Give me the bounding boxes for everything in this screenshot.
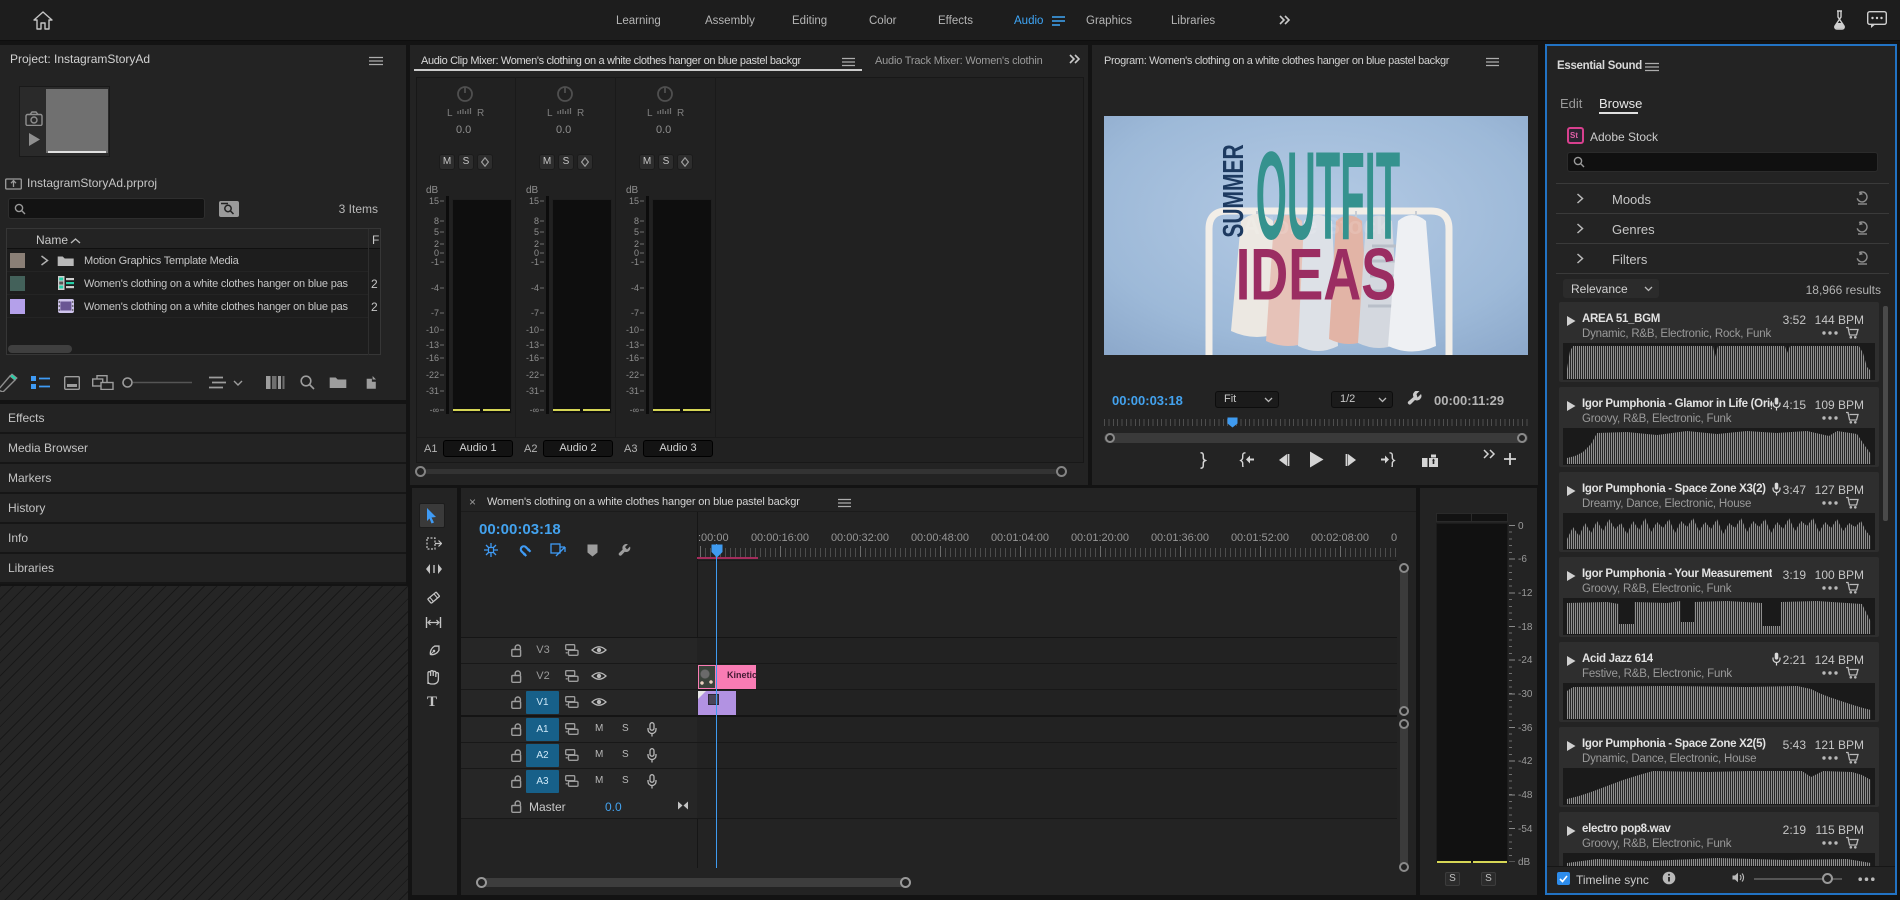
svg-text:SUMMER: SUMMER: [1218, 144, 1250, 237]
svg-text:IDEAS: IDEAS: [1236, 234, 1397, 315]
